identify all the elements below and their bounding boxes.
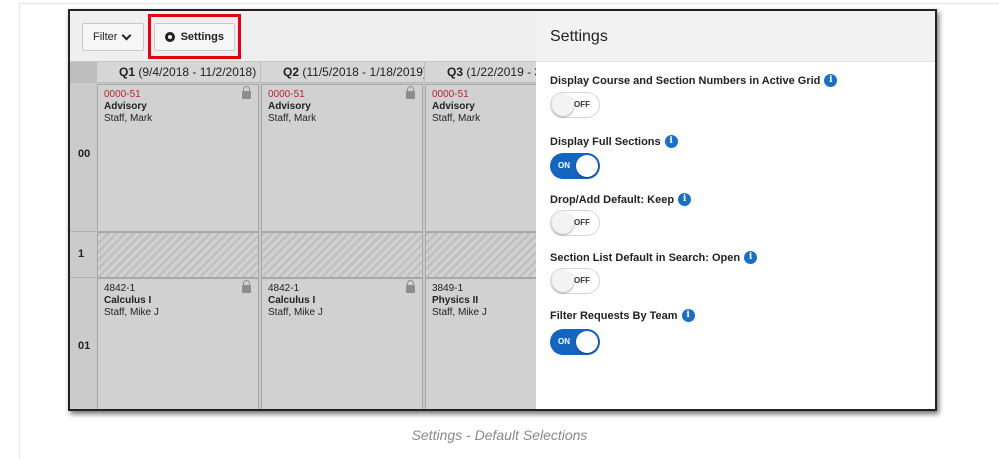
staff-name: Staff, Mike J: [268, 307, 323, 318]
course-name: Advisory: [268, 101, 311, 112]
staff-name: Staff, Mark: [268, 113, 317, 124]
section-code: 4842-1: [268, 283, 300, 294]
callout-highlight-box: [148, 14, 241, 59]
setting-section-list-default: Section List Default in Search: Open i OF…: [550, 251, 758, 294]
course-name: Physics II: [432, 295, 479, 306]
period-label: 00: [70, 83, 96, 232]
section-code: 0000-51: [432, 89, 469, 100]
filter-label: Filter: [93, 31, 118, 43]
period-label: 1: [70, 232, 96, 278]
chevron-down-icon: [122, 30, 132, 40]
info-icon[interactable]: i: [824, 74, 838, 87]
toggle-state: OFF: [574, 218, 590, 227]
quarter-header[interactable]: Q1 (9/4/2018 - 11/2/2018): [96, 62, 260, 83]
course-name: Advisory: [104, 101, 147, 112]
staff-name: Staff, Mark: [104, 113, 153, 124]
period-label: 01: [70, 278, 96, 409]
setting-display-full-sections: Display Full Sections i ON: [550, 135, 678, 179]
toolbar: Filter Settings: [70, 11, 536, 62]
quarter-header[interactable]: Q3 (1/22/2019 - 3/2: [424, 62, 536, 83]
section-code: 0000-51: [268, 89, 305, 100]
lock-icon: [406, 280, 415, 293]
info-icon[interactable]: i: [681, 309, 695, 322]
empty-period-cell: [425, 232, 536, 278]
toggle-state: ON: [558, 161, 570, 170]
empty-period-cell: [97, 232, 259, 278]
section-cell[interactable]: 0000-51 Advisory Staff, Mark: [261, 84, 423, 232]
header-corner: [70, 62, 96, 83]
toggle-switch[interactable]: ON: [550, 153, 600, 179]
toggle-state: OFF: [574, 276, 590, 285]
info-icon[interactable]: i: [678, 193, 692, 206]
toggle-state: OFF: [574, 100, 590, 109]
setting-label: Section List Default in Search: Open: [550, 251, 741, 264]
course-name: Calculus I: [268, 295, 316, 306]
toggle-switch[interactable]: OFF: [550, 210, 600, 236]
section-code: 0000-51: [104, 89, 141, 100]
course-name: Calculus I: [104, 295, 152, 306]
setting-label: Filter Requests By Team: [550, 309, 678, 322]
quarter-dates: (9/4/2018 - 11/2/2018): [138, 65, 257, 79]
toggle-switch[interactable]: ON: [550, 329, 600, 355]
section-cell[interactable]: 4842-1 Calculus I Staff, Mike J: [97, 278, 259, 409]
staff-name: Staff, Mike J: [104, 307, 159, 318]
section-code: 3849-1: [432, 283, 464, 294]
section-code: 4842-1: [104, 283, 136, 294]
settings-panel-title: Settings: [536, 11, 935, 62]
quarter-name: Q3: [447, 65, 464, 79]
setting-display-course-section-numbers: Display Course and Section Numbers in Ac…: [550, 74, 838, 118]
section-cell[interactable]: 4842-1 Calculus I Staff, Mike J: [261, 278, 423, 409]
toggle-switch[interactable]: OFF: [550, 268, 600, 294]
quarter-header[interactable]: Q2 (11/5/2018 - 1/18/2019): [260, 62, 424, 83]
quarter-name: Q1: [119, 65, 136, 79]
setting-drop-add-default: Drop/Add Default: Keep i OFF: [550, 193, 692, 236]
quarter-header-row: Q1 (9/4/2018 - 11/2/2018) Q2 (11/5/2018 …: [70, 62, 536, 83]
info-icon[interactable]: i: [744, 251, 758, 264]
screenshot: Filter Settings Q1 (9/4/2018 - 11/2/2018…: [68, 9, 937, 411]
empty-period-cell: [261, 232, 423, 278]
setting-label: Display Course and Section Numbers in Ac…: [550, 74, 821, 87]
section-cell[interactable]: 3849-1 Physics II Staff, Mike J: [425, 278, 536, 409]
course-name: Advisory: [432, 101, 475, 112]
setting-label: Drop/Add Default: Keep: [550, 193, 675, 206]
setting-filter-requests-by-team: Filter Requests By Team i ON: [550, 309, 695, 355]
quarter-dates: (11/5/2018 - 1/18/2019): [302, 65, 424, 79]
quarter-dates: (1/22/2019 - 3/2: [466, 65, 536, 79]
schedule-grid: Q1 (9/4/2018 - 11/2/2018) Q2 (11/5/2018 …: [70, 62, 536, 409]
toggle-switch[interactable]: OFF: [550, 92, 600, 118]
settings-panel: Settings Display Course and Section Numb…: [536, 11, 935, 409]
section-cell[interactable]: 0000-51 Advisory Staff, Mark: [425, 84, 536, 232]
setting-label: Display Full Sections: [550, 135, 661, 148]
info-icon[interactable]: i: [664, 135, 678, 148]
staff-name: Staff, Mike J: [432, 307, 487, 318]
staff-name: Staff, Mark: [432, 113, 481, 124]
figure-caption: Settings - Default Selections: [411, 427, 588, 443]
filter-button[interactable]: Filter: [82, 23, 144, 51]
lock-icon: [406, 86, 415, 99]
toggle-state: ON: [558, 337, 570, 346]
lock-icon: [242, 86, 251, 99]
quarter-name: Q2: [283, 65, 300, 79]
lock-icon: [242, 280, 251, 293]
section-cell[interactable]: 0000-51 Advisory Staff, Mark: [97, 84, 259, 232]
